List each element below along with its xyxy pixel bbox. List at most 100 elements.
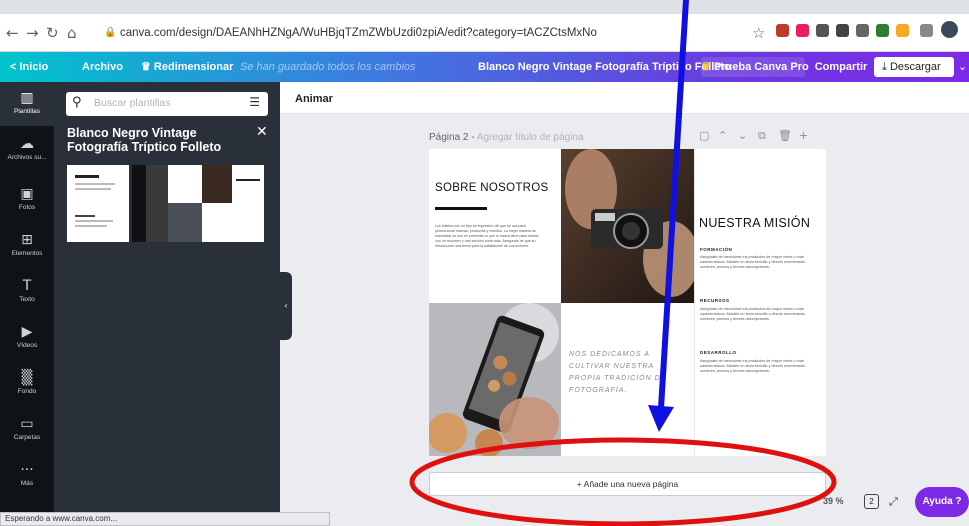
rail-label: Vídeos (16, 342, 38, 349)
help-button[interactable]: Ayuda ? (915, 487, 969, 517)
animate-button[interactable]: Animar (295, 93, 333, 105)
try-pro-label: Prueba Canva Pro (713, 61, 809, 73)
document-title[interactable]: Blanco Negro Vintage Fotografía Tríptico… (478, 52, 731, 82)
collapse-panel-handle[interactable]: ‹ (280, 272, 292, 340)
rail-item-folders[interactable]: ▭ Carpetas (0, 416, 54, 441)
file-menu[interactable]: Archivo (82, 52, 123, 82)
rail-label: Más (20, 480, 34, 487)
section-body: Asegúrate de mencionar tus productos de … (700, 255, 806, 269)
background-icon: ▒ (21, 370, 33, 386)
home-label: Inicio (19, 61, 49, 73)
add-page-button[interactable]: + Añade una nueva página (429, 472, 826, 496)
section-heading: FORMACIÓN (700, 247, 733, 252)
about-body: Los folletos son un tipo de impresión út… (435, 224, 539, 248)
rail-label: Fondo (17, 388, 37, 395)
section-body: Asegúrate de mencionar tus productos de … (700, 307, 806, 321)
share-button[interactable]: Compartir (812, 57, 870, 77)
search-placeholder: Buscar plantillas (94, 97, 171, 109)
back-icon[interactable]: ← (6, 24, 19, 42)
extension-icon[interactable] (776, 24, 789, 37)
delete-page-icon[interactable]: 🗑 (778, 129, 792, 142)
home-icon[interactable]: ⌂ (67, 24, 77, 42)
template-thumbnail[interactable] (168, 165, 264, 242)
saved-status: Se han guardado todos los cambios (240, 61, 416, 73)
rail-label: Elementos (11, 250, 43, 257)
extension-icon[interactable] (920, 24, 933, 37)
resize-button[interactable]: ♛ Redimensionar (141, 52, 233, 82)
rail-label: Carpetas (13, 434, 41, 441)
left-rail: ▥ Plantillas ☁ Archivos su... ▣ Fotos ⊞ Elem… (0, 82, 54, 512)
zoom-level[interactable]: 39 % (823, 496, 844, 506)
bookmark-star-icon[interactable]: ☆ (752, 24, 765, 42)
crown-icon: ♛ (701, 61, 711, 73)
section-heading: DESARROLLO (700, 350, 737, 355)
fullscreen-icon[interactable]: ⤢ (889, 495, 898, 509)
reload-icon[interactable]: ↻ (46, 24, 59, 42)
chevron-down-icon[interactable]: ⌄ (956, 57, 969, 77)
extension-icon[interactable] (876, 24, 889, 37)
rail-item-text[interactable]: T Texto (0, 278, 54, 303)
about-title: SOBRE NOSOTROS (435, 182, 549, 194)
template-thumbnail[interactable] (67, 165, 129, 242)
resize-label: Redimensionar (153, 61, 234, 73)
chevron-up-icon[interactable]: ⌃ (718, 129, 727, 142)
rail-item-photos[interactable]: ▣ Fotos (0, 186, 54, 211)
mission-panel: NUESTRA MISIÓN FORMACIÓN Asegúrate de me… (694, 149, 826, 456)
rail-label: Texto (19, 296, 35, 303)
rail-label: Plantillas (13, 108, 40, 115)
editor-toolbar (280, 82, 969, 114)
search-icon: ⚲ (72, 95, 82, 110)
address-bar[interactable]: 🔒 canva.com/design/DAEANhHZNgA/WuHBjqTZm… (100, 21, 740, 45)
download-label: Descargar (889, 61, 941, 73)
duplicate-page-icon[interactable]: ⧉ (758, 129, 766, 143)
rail-item-elements[interactable]: ⊞ Elementos (0, 232, 54, 257)
phone-photo (429, 303, 561, 456)
elements-icon: ⊞ (21, 232, 33, 248)
extension-icon[interactable] (896, 24, 909, 37)
folder-icon: ▭ (20, 416, 34, 432)
template-icon: ▥ (20, 90, 34, 106)
try-pro-button[interactable]: ♛ Prueba Canva Pro (701, 57, 809, 77)
note-icon[interactable]: ▢ (699, 129, 709, 142)
rail-item-templates[interactable]: ▥ Plantillas (0, 82, 54, 126)
profile-avatar[interactable] (941, 21, 958, 38)
quote-text: NOS DEDICAMOS A CULTIVAR NUESTRA PROPIA … (569, 351, 667, 394)
text-icon: T (22, 278, 32, 294)
rail-item-videos[interactable]: ▶ Vídeos (0, 324, 54, 349)
photo-icon: ▣ (20, 186, 34, 202)
extension-icon[interactable] (856, 24, 869, 37)
page-number-label: Página 2 - (429, 132, 475, 143)
download-button[interactable]: ⤓ Descargar (874, 57, 954, 77)
rail-item-uploads[interactable]: ☁ Archivos su... (0, 136, 54, 161)
browser-tab-strip (0, 0, 969, 14)
add-icon[interactable]: + (799, 129, 808, 142)
page-title-input[interactable]: Agregar título de página (477, 132, 584, 143)
home-button[interactable]: < Inicio (10, 52, 48, 82)
extension-icon[interactable] (816, 24, 829, 37)
section-heading: RECURSOS (700, 298, 730, 303)
mission-title: NUESTRA MISIÓN (699, 216, 811, 230)
forward-icon[interactable]: → (26, 24, 39, 42)
rail-item-more[interactable]: ··· Más (0, 462, 54, 487)
editor-topbar: < Inicio Archivo ♛ Redimensionar Se han … (0, 52, 969, 82)
chevron-down-icon[interactable]: ⌄ (738, 129, 747, 142)
page-count[interactable]: 2 (864, 494, 879, 509)
browser-status-bar: Esperando a www.canva.com... (0, 512, 330, 526)
about-section: SOBRE NOSOTROS Los folletos son un tipo … (429, 149, 561, 303)
extension-icon[interactable] (796, 24, 809, 37)
more-icon: ··· (20, 462, 34, 478)
rail-item-background[interactable]: ▒ Fondo (0, 370, 54, 395)
rail-label: Archivos su... (7, 154, 47, 161)
template-search-input[interactable]: ⚲ Buscar plantillas ☰ (66, 92, 268, 116)
camera-photo (561, 149, 694, 303)
page-label: Página 2 - Agregar título de página (429, 132, 584, 143)
close-icon[interactable]: ✕ (256, 124, 268, 140)
url-text: canva.com/design/DAEANhHZNgA/WuHBjqTZmZW… (120, 27, 597, 39)
filter-icon[interactable]: ☰ (249, 95, 260, 109)
rail-label: Fotos (18, 204, 36, 211)
extension-icon[interactable] (836, 24, 849, 37)
download-icon: ⤓ (882, 60, 887, 73)
template-title: Blanco Negro Vintage Fotografía Tríptico… (67, 126, 222, 154)
upload-icon: ☁ (20, 136, 34, 152)
section-body: Asegúrate de mencionar tus productos de … (700, 359, 806, 373)
